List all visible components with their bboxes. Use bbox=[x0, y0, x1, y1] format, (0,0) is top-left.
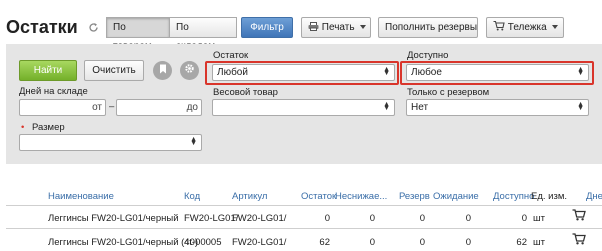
find-button[interactable]: Найти bbox=[19, 60, 77, 81]
available-label: Доступно bbox=[407, 50, 449, 61]
stock-select[interactable]: Любой ▲ ▼ bbox=[212, 64, 395, 81]
table-row-name: Леггинсы FW20-LG01/черный bbox=[48, 213, 179, 224]
table-row-unit: шт bbox=[533, 237, 545, 248]
stock-value: Любой bbox=[217, 67, 248, 78]
header-divider bbox=[6, 205, 602, 206]
filter-button[interactable]: Фильтр bbox=[241, 17, 293, 38]
select-arrows-icon: ▲ ▼ bbox=[383, 101, 390, 112]
size-select[interactable]: ▲ ▼ bbox=[19, 134, 202, 151]
table-row-reserve: 0 bbox=[419, 237, 425, 248]
column-header-name[interactable]: Наименование bbox=[48, 191, 114, 202]
row-divider bbox=[6, 228, 602, 229]
select-arrows-icon: ▲ ▼ bbox=[577, 101, 584, 112]
weight-goods-select[interactable]: ▲ ▼ bbox=[212, 99, 395, 116]
only-with-reserve-value: Нет bbox=[411, 102, 429, 113]
gear-icon[interactable] bbox=[180, 61, 199, 80]
column-header-unit: Ед. изм. bbox=[531, 191, 567, 202]
only-with-reserve-select[interactable]: Нет ▲ ▼ bbox=[406, 99, 589, 116]
printer-icon bbox=[308, 22, 322, 33]
weight-goods-label: Весовой товар bbox=[213, 87, 278, 98]
page-title: Остатки bbox=[6, 17, 78, 37]
cart-label: Тележка bbox=[507, 22, 547, 33]
table-row-stock: 62 bbox=[319, 237, 330, 248]
table-row-reserve: 0 bbox=[419, 213, 425, 224]
table-row-unit: шт bbox=[533, 213, 545, 224]
chevron-down-icon bbox=[551, 25, 558, 30]
column-header-article[interactable]: Артикул bbox=[232, 191, 267, 202]
table-row-waiting: 0 bbox=[465, 237, 471, 248]
cart-icon bbox=[493, 20, 508, 33]
print-label: Печать bbox=[321, 22, 355, 33]
print-button[interactable]: Печать bbox=[301, 17, 371, 38]
table-row-waiting: 0 bbox=[465, 213, 471, 224]
table-row-nonreduced: 0 bbox=[369, 237, 375, 248]
replenish-reserves-button[interactable]: Пополнить резервы bbox=[378, 17, 478, 38]
bookmark-icon[interactable] bbox=[153, 61, 172, 80]
cart-button[interactable]: Тележка bbox=[486, 17, 564, 38]
clear-button[interactable]: Очистить bbox=[84, 60, 144, 81]
days-on-warehouse-label: Дней на складе bbox=[19, 86, 88, 97]
table-row-name: Леггинсы FW20-LG01/черный (40) bbox=[48, 237, 199, 248]
refresh-icon[interactable] bbox=[88, 22, 99, 33]
table-row-nonreduced: 0 bbox=[369, 213, 375, 224]
table-row-article: FW20-LG01/ bbox=[232, 213, 287, 224]
table-row-article: FW20-LG01/ bbox=[232, 237, 287, 248]
days-from-input[interactable]: от bbox=[19, 99, 106, 116]
size-label: Размер bbox=[32, 122, 65, 133]
days-to-input[interactable]: до bbox=[116, 99, 202, 116]
available-value: Любое bbox=[411, 67, 442, 78]
select-arrows-icon: ▲ ▼ bbox=[383, 66, 390, 77]
select-arrows-icon: ▲ ▼ bbox=[577, 66, 584, 77]
column-header-available[interactable]: Доступно bbox=[493, 191, 534, 202]
view-by-warehouses-toggle[interactable]: По складам bbox=[169, 17, 237, 52]
range-dash: – bbox=[109, 101, 115, 112]
table-row-code: FW20-LG01/ bbox=[184, 213, 239, 224]
stock-label: Остаток bbox=[213, 50, 249, 61]
add-to-cart-icon[interactable] bbox=[572, 233, 586, 248]
column-header-days[interactable]: Дне bbox=[586, 191, 602, 202]
table-row-available: 0 bbox=[521, 213, 527, 224]
column-header-waiting[interactable]: Ожидание bbox=[433, 191, 479, 202]
column-header-nonreduced[interactable]: Неснижае... bbox=[335, 191, 387, 202]
only-with-reserve-label: Только с резервом bbox=[407, 87, 490, 98]
chevron-down-icon bbox=[359, 25, 366, 30]
available-select[interactable]: Любое ▲ ▼ bbox=[406, 64, 589, 81]
column-header-code[interactable]: Код bbox=[184, 191, 200, 202]
select-arrows-icon: ▲ ▼ bbox=[190, 136, 197, 147]
table-row-code: 4t-00005 bbox=[184, 237, 222, 248]
column-header-stock[interactable]: Остаток bbox=[301, 191, 336, 202]
view-by-products-toggle[interactable]: По товарам bbox=[106, 17, 170, 52]
table-row-available: 62 bbox=[516, 237, 527, 248]
required-marker: • bbox=[21, 122, 25, 133]
table-row-stock: 0 bbox=[324, 213, 330, 224]
add-to-cart-icon[interactable] bbox=[572, 209, 586, 224]
column-header-reserve[interactable]: Резерв bbox=[399, 191, 430, 202]
